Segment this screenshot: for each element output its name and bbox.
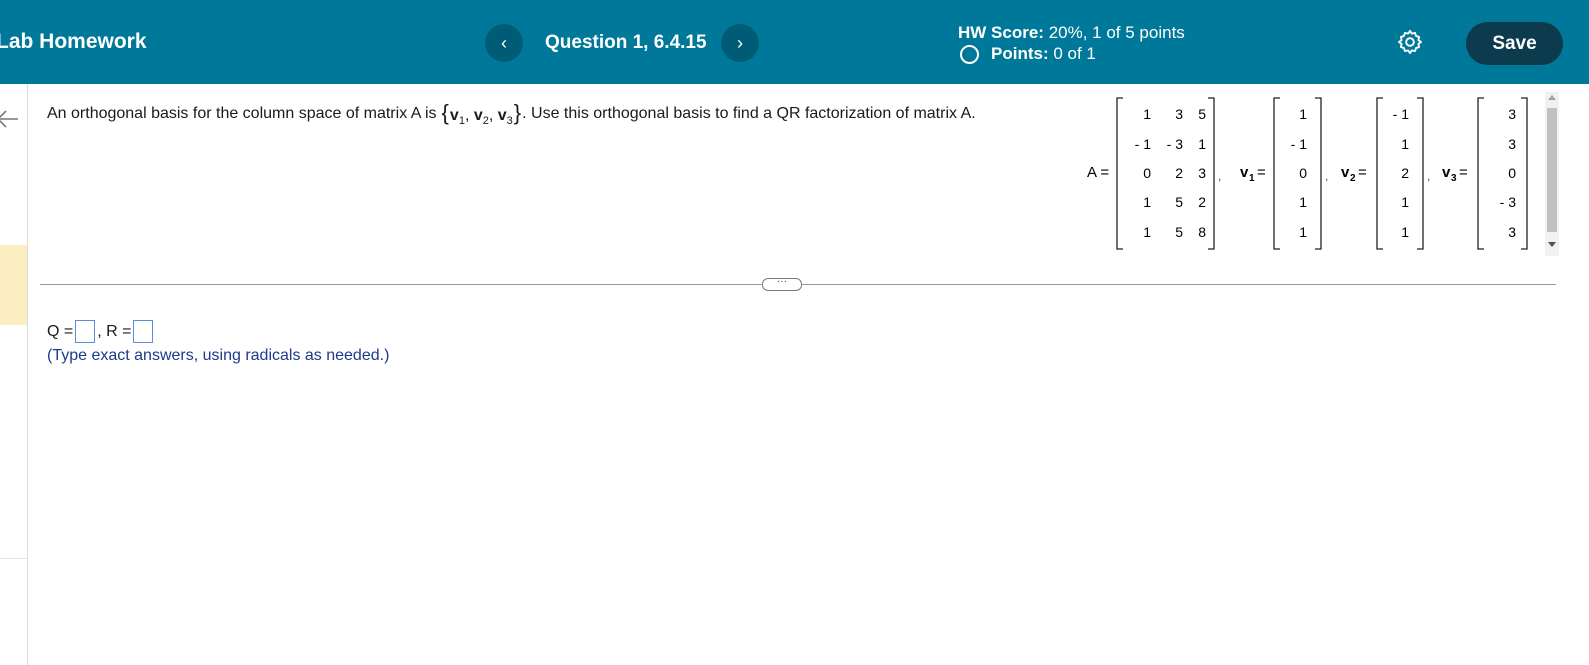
matrix-a-entry: 1: [1198, 136, 1206, 152]
matrix-a-entry: 5: [1175, 224, 1183, 240]
matrix-scrollbar[interactable]: [1545, 92, 1559, 256]
matrix-a-entry: 5: [1198, 106, 1206, 122]
svg-text:=: =: [1459, 164, 1468, 181]
matrix-a-entry: 8: [1198, 224, 1206, 240]
scroll-down-arrow-icon[interactable]: [1548, 242, 1556, 247]
q-answer-input[interactable]: [75, 320, 96, 343]
matrix-a-entry: 3: [1175, 106, 1183, 122]
vector-v1: v 1 =: [1240, 97, 1322, 250]
vector-v2: v 2 =: [1341, 97, 1424, 250]
v1-entry: - 1: [1291, 136, 1308, 152]
v1-entry: 1: [1299, 106, 1307, 122]
matrix-a-entry: 1: [1143, 106, 1151, 122]
next-question-button[interactable]: ›: [721, 24, 759, 62]
v3-entry: 3: [1508, 136, 1516, 152]
points-label: Points:: [991, 44, 1049, 63]
matrix-a-entry: 2: [1175, 165, 1183, 181]
v2-entry: 1: [1401, 194, 1409, 210]
hw-score-label: HW Score:: [958, 23, 1044, 42]
matrix-a-label: A =: [1087, 164, 1109, 181]
basis-set: {v1, v2, v3}: [441, 100, 522, 128]
v3-entry: 0: [1508, 165, 1516, 181]
problem-text-before: An orthogonal basis for the column space…: [47, 104, 437, 122]
v3-entry: 3: [1508, 224, 1516, 240]
answer-hint: (Type exact answers, using radicals as n…: [47, 347, 390, 364]
v2-entry: - 1: [1393, 106, 1410, 122]
v2-entry: 2: [1401, 165, 1409, 181]
v1-entry: 0: [1299, 165, 1307, 181]
r-label: , R =: [97, 322, 132, 340]
sidebar-divider: [0, 558, 27, 559]
save-button[interactable]: Save: [1466, 22, 1563, 65]
v3-subscript: 3: [1451, 173, 1457, 184]
v3-entry: 3: [1508, 106, 1516, 122]
problem-text-after: . Use this orthogonal basis to find a QR…: [522, 104, 976, 122]
matrix-a-entry: 5: [1175, 194, 1183, 210]
top-bar: Lab Homework ‹ Question 1, 6.4.15 › HW S…: [0, 0, 1589, 84]
matrix-a-entry: - 3: [1167, 136, 1184, 152]
matrix-a-entry: 1: [1143, 224, 1151, 240]
v3-entry: - 3: [1500, 194, 1517, 210]
matrix-a-entry: 1: [1143, 194, 1151, 210]
svg-text:,: ,: [1218, 169, 1221, 183]
svg-text:,: ,: [1427, 169, 1430, 183]
matrix-a-entry: 3: [1198, 165, 1206, 181]
matrix-a-entry: 2: [1198, 194, 1206, 210]
expand-more-button[interactable]: ···: [762, 277, 802, 291]
previous-question-button[interactable]: ‹: [485, 24, 523, 62]
v2-entry: 1: [1401, 136, 1409, 152]
assignment-title: Lab Homework: [0, 30, 147, 53]
hw-score-value: 20%, 1 of 5 points: [1048, 23, 1185, 42]
settings-gear-icon[interactable]: [1396, 28, 1424, 56]
matrix-a-entry: 0: [1143, 165, 1151, 181]
svg-text:=: =: [1257, 164, 1266, 181]
v1-label: v: [1240, 164, 1249, 181]
v2-subscript: 2: [1350, 173, 1356, 184]
question-title: Question 1, 6.4.15: [545, 32, 707, 53]
v1-entry: 1: [1299, 194, 1307, 210]
r-answer-input[interactable]: [133, 320, 154, 343]
svg-text:=: =: [1358, 164, 1367, 181]
v2-label: v: [1341, 164, 1350, 181]
score-panel: HW Score: 20%, 1 of 5 points Points: 0 o…: [958, 22, 1185, 64]
left-sidebar: [0, 84, 28, 665]
points-status-icon: [960, 45, 979, 64]
answer-row: Q = , R =: [47, 320, 155, 343]
v2-entry: 1: [1401, 224, 1409, 240]
svg-text:,: ,: [1325, 169, 1328, 183]
v1-subscript: 1: [1249, 173, 1255, 184]
q-label: Q =: [47, 322, 74, 340]
scroll-up-arrow-icon[interactable]: [1548, 95, 1556, 100]
points-value: 0 of 1: [1053, 44, 1096, 63]
sidebar-highlight: [0, 245, 27, 325]
matrix-a-entry: - 1: [1135, 136, 1152, 152]
scroll-thumb[interactable]: [1547, 108, 1557, 232]
back-arrow-icon[interactable]: [0, 107, 20, 131]
v1-entry: 1: [1299, 224, 1307, 240]
v3-label: v: [1442, 164, 1451, 181]
matrix-display: A = , v 1 = , v 2 = , v 3 = 1 3 5- 1- 3 10 2…: [1087, 97, 1528, 250]
problem-statement: An orthogonal basis for the column space…: [47, 100, 976, 127]
